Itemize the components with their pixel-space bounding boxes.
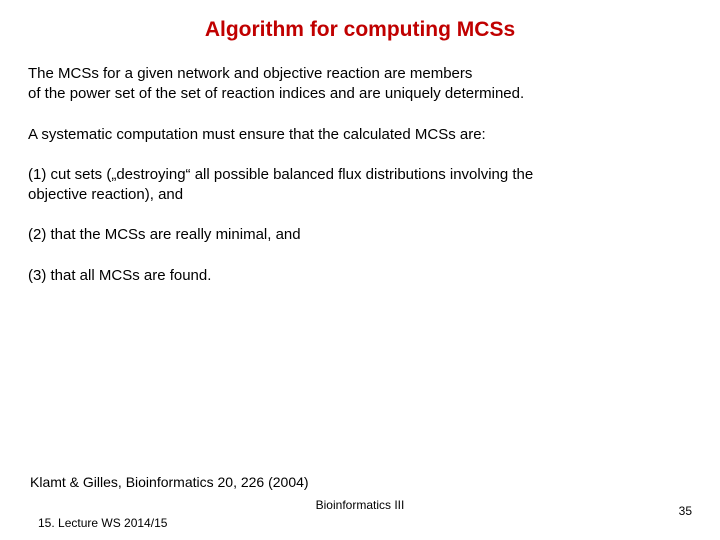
slide-title: Algorithm for computing MCSs	[28, 18, 692, 42]
slide-body: The MCSs for a given network and objecti…	[28, 64, 692, 286]
paragraph-3: (1) cut sets („destroying“ all possible …	[28, 165, 692, 206]
paragraph-5: (3) that all MCSs are found.	[28, 266, 692, 286]
paragraph-1-line-2: of the power set of the set of reaction …	[28, 84, 692, 104]
paragraph-3-line-1: (1) cut sets („destroying“ all possible …	[28, 165, 692, 185]
slide-number: 35	[679, 504, 692, 518]
paragraph-2: A systematic computation must ensure tha…	[28, 125, 692, 145]
footer-center: Bioinformatics III	[0, 498, 720, 512]
citation: Klamt & Gilles, Bioinformatics 20, 226 (…	[30, 474, 309, 490]
paragraph-1: The MCSs for a given network and objecti…	[28, 64, 692, 105]
footer-left: 15. Lecture WS 2014/15	[38, 516, 167, 530]
paragraph-4: (2) that the MCSs are really minimal, an…	[28, 225, 692, 245]
slide: Algorithm for computing MCSs The MCSs fo…	[0, 0, 720, 540]
paragraph-3-line-2: objective reaction), and	[28, 185, 692, 205]
paragraph-1-line-1: The MCSs for a given network and objecti…	[28, 64, 692, 84]
